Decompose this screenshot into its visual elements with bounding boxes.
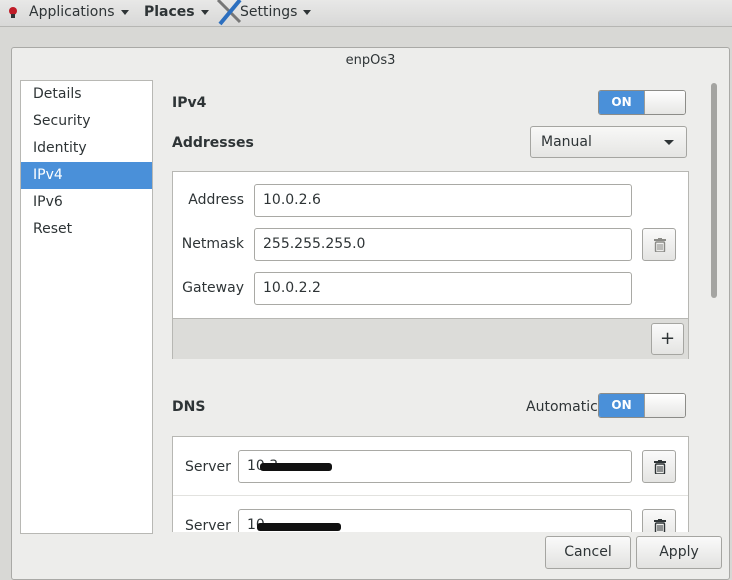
- trash-icon: [654, 238, 666, 252]
- netmask-label: Netmask: [181, 236, 244, 252]
- chevron-down-icon: [303, 9, 312, 15]
- dns-title: DNS: [172, 399, 206, 415]
- chevron-down-icon: [200, 9, 209, 15]
- address-field[interactable]: 10.0.2.6: [254, 184, 632, 217]
- delete-dns-server-button[interactable]: [642, 450, 676, 483]
- addresses-method-value: Manual: [541, 134, 592, 150]
- address-label: Address: [188, 192, 244, 208]
- cancel-button[interactable]: Cancel: [545, 536, 631, 569]
- dns-toggle-on-label: ON: [599, 394, 644, 417]
- ipv4-toggle-knob: [644, 91, 685, 114]
- dns-server-field[interactable]: 10.: [238, 509, 632, 532]
- dialog-title: enpOs3: [345, 53, 396, 68]
- trash-icon: [654, 519, 666, 532]
- sidebar-item-ipv4[interactable]: IPv4: [21, 162, 152, 189]
- sidebar-item-security[interactable]: Security: [21, 108, 152, 135]
- ipv4-toggle[interactable]: ON: [598, 90, 686, 115]
- chevron-down-icon: [664, 140, 674, 145]
- sidebar-item-reset[interactable]: Reset: [21, 216, 152, 243]
- sidebar-item-identity[interactable]: Identity: [21, 135, 152, 162]
- delete-dns-server-button[interactable]: [642, 509, 676, 532]
- address-panel-footer: +: [173, 318, 688, 359]
- dns-panel: Server 10.3 Server 10.: [172, 436, 689, 532]
- addresses-label: Addresses: [172, 135, 254, 151]
- trash-icon: [654, 460, 666, 474]
- redaction-mark: [257, 523, 341, 531]
- applications-icon: [9, 7, 17, 18]
- top-panel: Applications Places Settings: [0, 0, 732, 27]
- gateway-field[interactable]: 10.0.2.2: [254, 272, 632, 305]
- applications-menu-label: Applications: [29, 4, 115, 20]
- add-address-button[interactable]: +: [651, 323, 684, 355]
- places-menu-label: Places: [144, 4, 195, 20]
- redaction-mark: [260, 463, 332, 471]
- addresses-method-dropdown[interactable]: Manual: [530, 126, 687, 158]
- ipv4-toggle-on-label: ON: [599, 91, 644, 114]
- row-divider: [173, 495, 688, 496]
- network-settings-dialog: enpOs3 Details Security Identity IPv4 IP…: [11, 47, 730, 580]
- scrollbar-thumb[interactable]: [711, 83, 717, 298]
- applications-menu[interactable]: Applications: [29, 4, 129, 20]
- dns-server-field[interactable]: 10.3: [238, 450, 632, 483]
- content-scrollbar[interactable]: [708, 80, 720, 532]
- sidebar-item-ipv6[interactable]: IPv6: [21, 189, 152, 216]
- dns-automatic-toggle[interactable]: ON: [598, 393, 686, 418]
- settings-menu-label: Settings: [240, 4, 298, 20]
- apply-button[interactable]: Apply: [636, 536, 722, 569]
- delete-address-button[interactable]: [642, 228, 676, 261]
- dns-toggle-knob: [644, 394, 685, 417]
- gateway-label: Gateway: [182, 280, 244, 296]
- sidebar: Details Security Identity IPv4 IPv6 Rese…: [20, 80, 153, 534]
- ipv4-settings-content: IPv4 ON Addresses Manual Address 10.0.2.…: [172, 80, 689, 532]
- dns-server-label: Server: [185, 459, 231, 475]
- chevron-down-icon: [120, 9, 129, 15]
- sidebar-item-details[interactable]: Details: [21, 81, 152, 108]
- dns-server-label: Server: [185, 518, 231, 532]
- dns-automatic-label: Automatic: [526, 399, 598, 415]
- address-panel: Address 10.0.2.6 Netmask 255.255.255.0 G…: [172, 171, 689, 359]
- places-menu[interactable]: Places: [144, 4, 209, 20]
- settings-menu[interactable]: Settings: [240, 4, 312, 20]
- ipv4-title: IPv4: [172, 95, 207, 111]
- netmask-field[interactable]: 255.255.255.0: [254, 228, 632, 261]
